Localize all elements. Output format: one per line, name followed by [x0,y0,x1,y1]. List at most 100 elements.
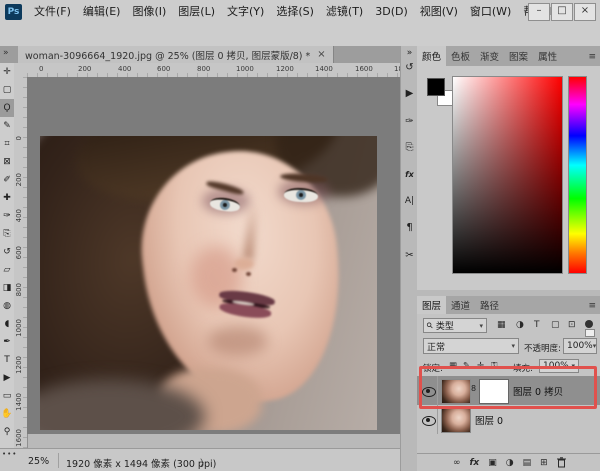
layer-thumbnail[interactable] [441,379,471,404]
brush-settings-panel-icon[interactable]: ✑ [401,116,418,127]
hue-slider[interactable] [568,76,587,274]
mask-link-icon[interactable]: 8 [471,384,476,393]
layer-filter-dropdown[interactable]: ⚲ 类型 ▾ [423,318,487,333]
filter-toggle-icon[interactable] [585,320,593,328]
blend-mode-dropdown[interactable]: 正常 ▾ [423,338,519,354]
panel-menu-icon[interactable]: ≡ [588,301,596,311]
crop-tool[interactable]: ⌗ [0,135,14,153]
separator [58,453,59,468]
toolbar-overflow-icon[interactable]: ••• [2,450,17,458]
pasteboard[interactable] [27,77,400,434]
hand-tool[interactable]: ✋ [0,405,14,423]
menu-filter[interactable]: 滤镜(T) [320,0,369,24]
menu-window[interactable]: 窗口(W) [464,0,517,24]
new-layer-icon[interactable]: ⊞ [540,458,548,468]
ruler-corner[interactable] [14,63,28,78]
link-layers-icon[interactable]: ∞ [453,458,461,468]
menu-layer[interactable]: 图层(L) [172,0,221,24]
blur-tool[interactable]: ◍ [0,297,14,315]
pen-tool[interactable]: ✒ [0,333,14,351]
quick-selection-tool[interactable]: ✎ [0,117,14,135]
status-chevron-icon[interactable]: 〉 [200,456,209,469]
panel-menu-icon[interactable]: ≡ [588,52,596,62]
actions-panel-icon[interactable]: ▶ [401,88,418,99]
gradient-tool[interactable]: ◨ [0,279,14,297]
filter-smart-objects-icon[interactable]: ⊡ [568,320,576,330]
character-panel-icon[interactable]: A| [401,196,418,206]
new-adjustment-layer-icon[interactable]: ◑ [506,458,514,468]
layer-mask-thumbnail[interactable] [479,379,509,404]
history-brush-tool[interactable]: ↺ [0,243,14,261]
layer-row-copy[interactable]: 8 图层 0 拷贝 [417,376,600,405]
new-group-icon[interactable]: ▤ [523,458,532,468]
menu-image[interactable]: 图像(I) [126,0,172,24]
zoom-tool[interactable]: ⚲ [0,423,14,441]
layer-style-icon[interactable]: fx [470,458,480,468]
minimize-button[interactable]: – [528,3,550,21]
move-tool[interactable]: ✛ [0,63,14,81]
tab-swatches[interactable]: 色板 [446,46,475,66]
lock-all-icon[interactable]: ⚿ [491,361,497,371]
clone-source-panel-icon[interactable]: ⎘ [401,142,418,153]
lock-transparent-icon[interactable]: ▦ [449,361,457,371]
lock-position-icon[interactable]: ✛ [477,361,484,371]
close-tab-icon[interactable]: × [317,49,325,60]
layer-visibility-eye-icon[interactable] [422,416,436,426]
marquee-tool[interactable]: ▢ [0,81,14,99]
clone-stamp-tool[interactable]: ⎘ [0,225,14,243]
menu-select[interactable]: 选择(S) [270,0,320,24]
tab-channels[interactable]: 通道 [446,296,475,314]
eraser-tool[interactable]: ▱ [0,261,14,279]
tab-layers[interactable]: 图层 [417,296,446,314]
ruler-label: 1400 [315,65,333,73]
shape-tool[interactable]: ▭ [0,387,14,405]
filter-type-layers-icon[interactable]: T [534,320,540,330]
zoom-level-field[interactable]: 25% [28,456,49,467]
path-selection-tool[interactable]: ▶ [0,369,14,387]
brush-tool[interactable]: ✑ [0,207,14,225]
layer-thumbnail[interactable] [441,408,471,433]
filter-shape-layers-icon[interactable]: ▢ [551,320,560,330]
photo-canvas[interactable] [40,136,377,430]
frame-tool[interactable]: ⊠ [0,153,14,171]
menu-3d[interactable]: 3D(D) [369,0,414,24]
menu-file[interactable]: 文件(F) [28,0,77,24]
layer-row-background[interactable]: 图层 0 [417,405,600,434]
tab-gradients[interactable]: 渐变 [475,46,504,66]
tab-color[interactable]: 颜色 [417,46,446,66]
tab-paths[interactable]: 路径 [475,296,504,314]
close-button[interactable]: × [574,3,596,21]
delete-layer-icon[interactable] [557,457,566,468]
menu-edit[interactable]: 编辑(E) [77,0,127,24]
vertical-ruler[interactable]: 0 200 400 600 800 1000 1200 1400 1600 [14,77,28,448]
menu-view[interactable]: 视图(V) [414,0,464,24]
styles-panel-icon[interactable]: fx [401,170,418,179]
saturation-brightness-picker[interactable] [452,76,563,274]
maximize-button[interactable]: □ [551,3,573,21]
lock-image-icon[interactable]: ✎ [463,361,470,371]
horizontal-ruler[interactable]: 0 200 400 600 800 1000 1200 1400 1600 18… [27,63,400,78]
spot-healing-tool[interactable]: ✚ [0,189,14,207]
add-layer-mask-icon[interactable]: ▣ [488,458,497,468]
document-tab[interactable]: woman-3096664_1920.jpg @ 25% (图层 0 拷贝, 图… [18,46,334,63]
opacity-dropdown[interactable]: 100% ▾ [563,338,597,354]
fill-dropdown[interactable]: 100% ▾ [539,359,579,373]
paragraph-panel-icon[interactable]: ¶ [401,222,418,233]
filter-pixel-layers-icon[interactable]: ▦ [497,320,506,330]
layer-name[interactable]: 图层 0 拷贝 [513,384,563,398]
tab-properties[interactable]: 属性 [533,46,562,66]
foreground-color-swatch[interactable] [427,78,445,96]
type-tool[interactable]: T [0,351,14,369]
layer-visibility-eye-icon[interactable] [422,387,436,397]
filter-adjustment-layers-icon[interactable]: ◑ [516,320,524,330]
dodge-tool[interactable]: ◖ [0,315,14,333]
menu-type[interactable]: 文字(Y) [221,0,270,24]
tab-patterns[interactable]: 图案 [504,46,533,66]
eyedropper-tool[interactable]: ✐ [0,171,14,189]
history-panel-icon[interactable]: ↺ [401,62,418,73]
expand-dock-chevrons-icon[interactable]: » [401,48,418,58]
layer-name[interactable]: 图层 0 [475,413,503,427]
lasso-tool[interactable]: Ϙ [0,99,14,117]
tool-presets-panel-icon[interactable]: ✂ [401,250,418,261]
collapse-chevrons-icon[interactable]: » [3,48,9,58]
